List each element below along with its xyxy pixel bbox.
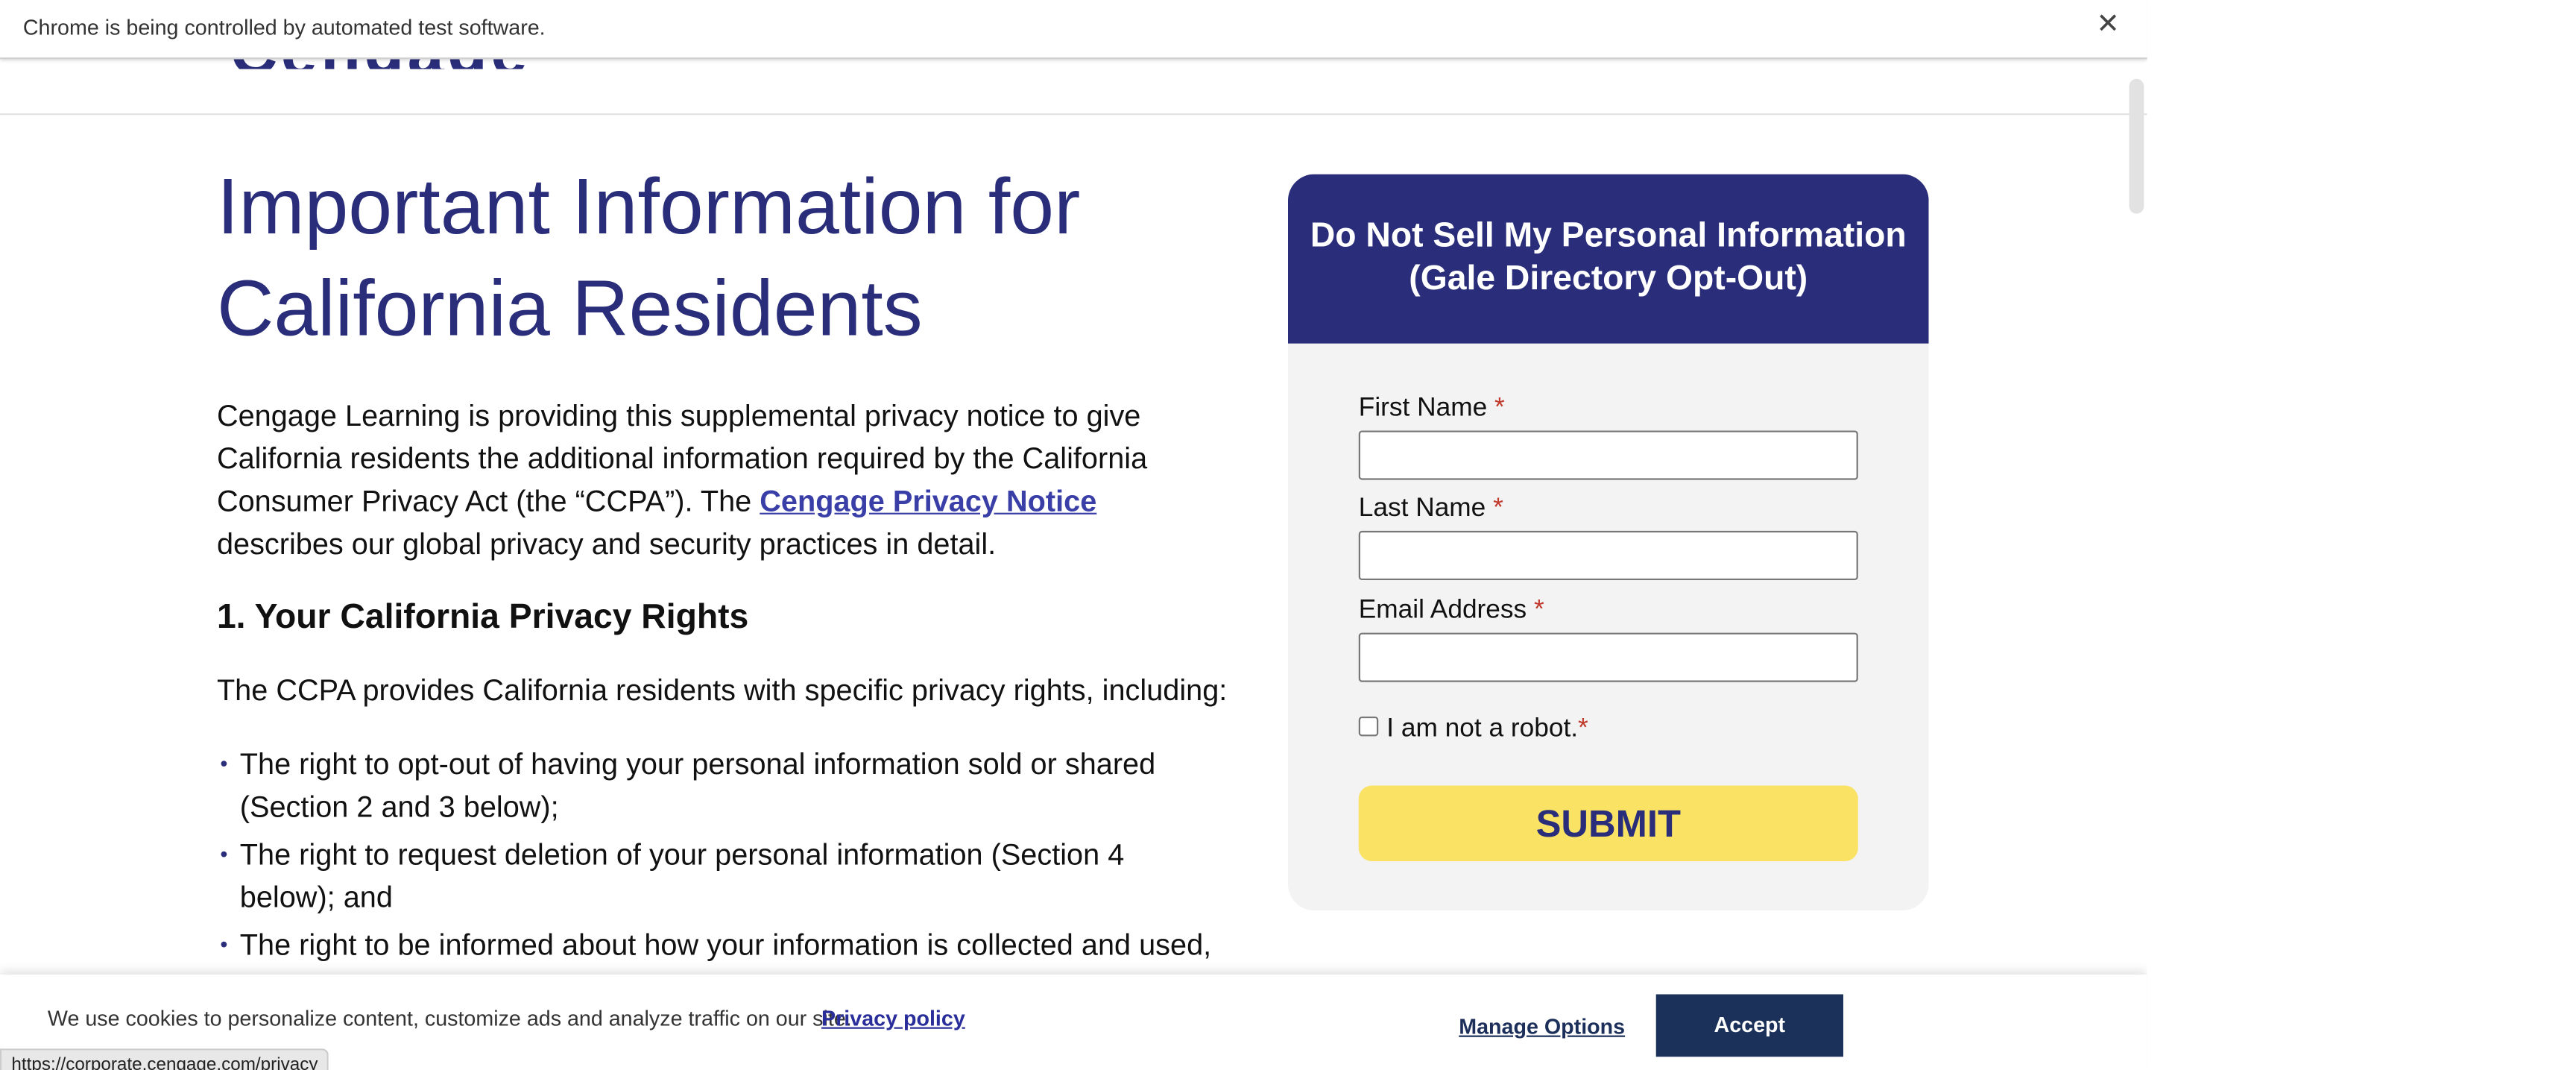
required-mark: *: [1533, 597, 1544, 625]
email-label-text: Email Address: [1358, 597, 1527, 625]
last-name-label: Last Name *: [1359, 494, 1503, 524]
opt-out-form-card: Do Not Sell My Personal Information (Gal…: [1288, 174, 1929, 911]
form-heading: Do Not Sell My Personal Information (Gal…: [1288, 174, 1929, 344]
required-mark: *: [1578, 714, 1588, 743]
manage-options-button[interactable]: Manage Options: [1459, 1014, 1625, 1039]
bullet-icon: •: [220, 841, 228, 866]
blank-area: [2147, 0, 2576, 1070]
cookie-text: We use cookies to personalize content, c…: [47, 1005, 852, 1030]
close-icon[interactable]: ✕: [2096, 9, 2119, 40]
browser-viewport: Cengage Important Information for Califo…: [0, 0, 2576, 1070]
privacy-policy-link[interactable]: Privacy policy: [821, 1006, 965, 1030]
ccpa-lead-text: The CCPA provides California residents w…: [216, 673, 1228, 707]
list-item: • The right to opt-out of having your per…: [217, 743, 1219, 828]
page: Cengage Important Information for Califo…: [0, 0, 2147, 1070]
last-name-field[interactable]: [1358, 530, 1858, 581]
automation-notice-text: Chrome is being controlled by automated …: [22, 14, 546, 40]
last-name-label-text: Last Name: [1358, 494, 1486, 523]
intro-text-after: describes our global privacy and securit…: [216, 527, 997, 561]
page-title: Important Information for California Res…: [216, 164, 1081, 353]
required-mark: *: [1494, 394, 1505, 423]
bullet-icon: •: [220, 751, 228, 776]
section-heading: 1. Your California Privacy Rights: [216, 598, 749, 636]
bullet-icon: •: [220, 931, 228, 957]
first-name-label: First Name *: [1359, 394, 1505, 424]
email-field[interactable]: [1358, 632, 1858, 682]
accept-button[interactable]: Accept: [1655, 994, 1843, 1057]
required-mark: *: [1493, 494, 1503, 523]
robot-checkbox[interactable]: [1358, 716, 1379, 737]
first-name-field[interactable]: [1358, 430, 1858, 480]
site-header: Cengage: [0, 36, 2147, 116]
right-text: The right to opt-out of having your pers…: [239, 747, 1156, 824]
scrollbar-thumb[interactable]: [2129, 78, 2144, 214]
first-name-label-text: First Name: [1358, 394, 1488, 423]
automation-infobar: Chrome is being controlled by automated …: [0, 0, 2147, 60]
status-url-bubble: https://corporate.cengage.com/privacy: [0, 1048, 329, 1070]
list-item: • The right to request deletion of your p…: [217, 833, 1219, 919]
robot-label-text: I am not a robot.: [1386, 714, 1579, 743]
intro-paragraph: Cengage Learning is providing this suppl…: [217, 394, 1229, 565]
privacy-notice-link[interactable]: Cengage Privacy Notice: [760, 485, 1096, 517]
robot-label: I am not a robot.*: [1386, 715, 1588, 745]
submit-button[interactable]: SUBMIT: [1358, 785, 1858, 861]
email-label: Email Address *: [1359, 597, 1544, 626]
right-text: The right to request deletion of your pe…: [239, 838, 1125, 914]
